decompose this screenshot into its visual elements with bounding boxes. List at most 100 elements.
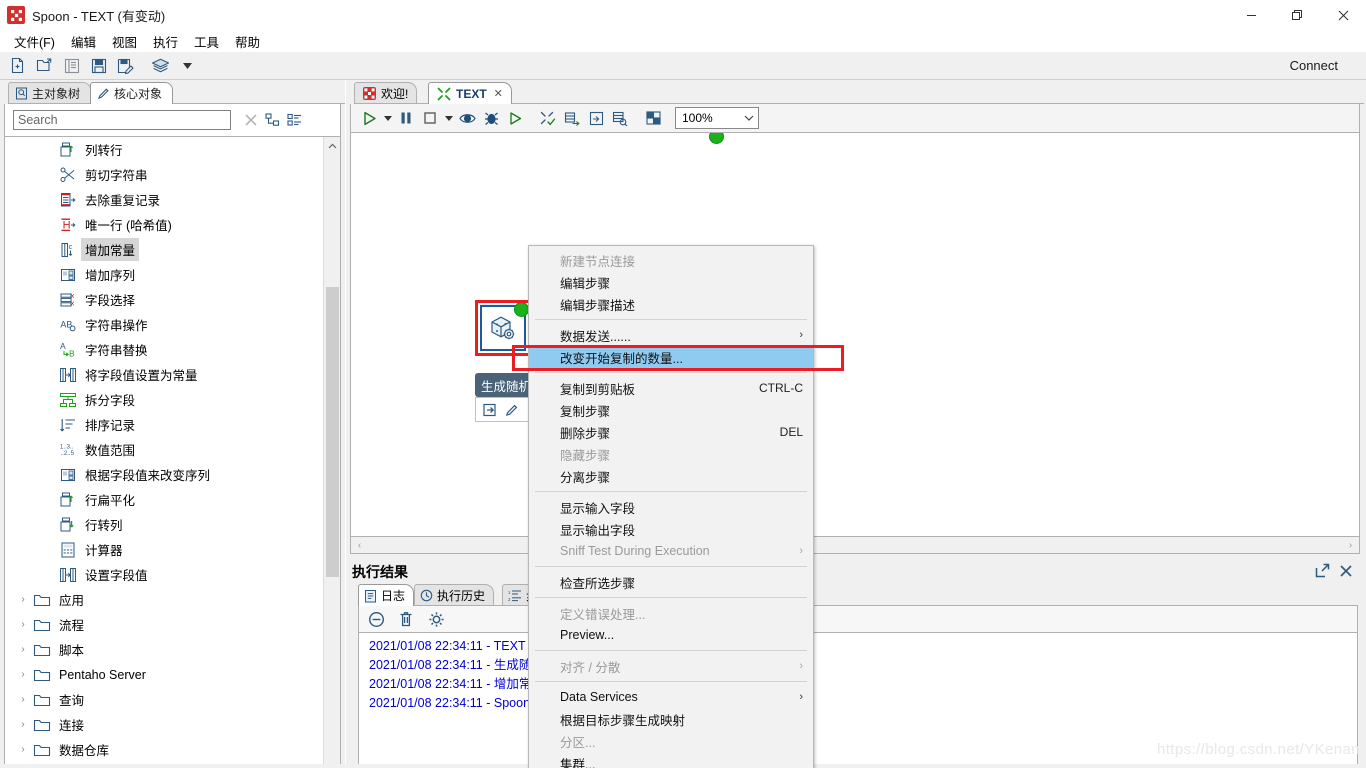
tree-step-row[interactable]: 设置字段值 xyxy=(5,562,323,587)
show-grid-icon[interactable] xyxy=(641,106,665,130)
run-icon[interactable] xyxy=(357,106,381,130)
tree-step-row[interactable]: 增加序列 xyxy=(5,262,323,287)
tree-step-row[interactable]: 剪切字符串 xyxy=(5,162,323,187)
tree-step-row[interactable]: c 增加常量 xyxy=(5,237,323,262)
tree-step-row[interactable]: 行转列 xyxy=(5,512,323,537)
tree-step-row[interactable]: A B 字符串替换 xyxy=(5,337,323,362)
tree-step-row[interactable]: 去除重复记录 xyxy=(5,187,323,212)
save-as-icon[interactable] xyxy=(112,53,139,79)
tab-main-object-tree[interactable]: 主对象树 xyxy=(8,82,92,104)
edit-pencil-icon[interactable] xyxy=(501,399,523,420)
pause-icon[interactable] xyxy=(394,106,418,130)
save-icon[interactable] xyxy=(85,53,112,79)
tree-step-row[interactable]: 将字段值设置为常量 xyxy=(5,362,323,387)
menu-help[interactable]: 帮助 xyxy=(227,30,268,53)
chevron-right-icon[interactable]: › xyxy=(15,694,31,705)
context-menu-item[interactable]: 集群... xyxy=(529,752,813,768)
context-menu-item[interactable]: 数据发送...... › xyxy=(529,324,813,346)
tree-step-row[interactable]: 列转行 xyxy=(5,137,323,162)
context-menu-item[interactable]: 显示输出字段 xyxy=(529,518,813,540)
tree-step-row[interactable]: 排序记录 xyxy=(5,412,323,437)
tab-execution-history[interactable]: 执行历史 xyxy=(414,584,495,606)
collapse-tree-icon[interactable] xyxy=(283,110,305,130)
tree-step-row[interactable]: x x 字段选择 xyxy=(5,287,323,312)
maximize-button[interactable] xyxy=(1274,0,1320,30)
menu-edit[interactable]: 编辑 xyxy=(63,30,104,53)
maximize-panel-icon[interactable] xyxy=(1314,562,1331,579)
connect-label[interactable]: Connect xyxy=(1290,58,1338,73)
tab-welcome[interactable]: 欢迎! xyxy=(354,82,418,104)
scroll-right-arrow-icon[interactable]: › xyxy=(1342,540,1359,551)
canvas-horizontal-scrollbar[interactable]: ‹ › xyxy=(350,537,1360,554)
tree-step-row[interactable]: 根据字段值来改变序列 xyxy=(5,462,323,487)
tree-step-row[interactable]: H 唯一行 (哈希值) xyxy=(5,212,323,237)
clear-search-icon[interactable] xyxy=(241,110,261,130)
delete-icon[interactable] xyxy=(393,607,419,631)
tree-folder-row[interactable]: › 流程 xyxy=(5,612,323,637)
tree-step-row[interactable]: 行扁平化 xyxy=(5,487,323,512)
tab-text-transformation[interactable]: TEXT ✕ xyxy=(428,82,512,104)
generate-sql-icon[interactable] xyxy=(584,106,608,130)
stop-icon[interactable] xyxy=(418,106,442,130)
context-menu-item[interactable]: 分离步骤 xyxy=(529,465,813,487)
tree-folder-row[interactable]: › 脚本 xyxy=(5,637,323,662)
menu-view[interactable]: 视图 xyxy=(104,30,145,53)
tree-folder-row[interactable]: › 查询 xyxy=(5,687,323,712)
tab-core-objects[interactable]: 核心对象 xyxy=(90,82,174,104)
tree-step-row[interactable]: 拆分字段 xyxy=(5,387,323,412)
input-connector-icon[interactable] xyxy=(479,399,501,420)
close-tab-icon[interactable]: ✕ xyxy=(494,87,503,100)
tree-folder-row[interactable]: › 应用 xyxy=(5,587,323,612)
tab-log[interactable]: 日志 xyxy=(358,584,415,606)
context-menu-item[interactable]: 复制到剪贴板 CTRL-C xyxy=(529,377,813,399)
context-menu-item[interactable]: 根据目标步骤生成映射 xyxy=(529,708,813,730)
chevron-right-icon[interactable]: › xyxy=(15,644,31,655)
close-panel-icon[interactable] xyxy=(1337,562,1354,579)
impact-analysis-icon[interactable] xyxy=(560,106,584,130)
replay-icon[interactable] xyxy=(503,106,527,130)
expand-tree-icon[interactable] xyxy=(261,110,283,130)
tree-step-row[interactable]: 1..3.. ..2..5 数值范围 xyxy=(5,437,323,462)
tree-step-row[interactable]: 计算器 xyxy=(5,537,323,562)
context-menu-item[interactable]: Data Services › xyxy=(529,686,813,708)
context-menu-item[interactable]: 删除步骤 DEL xyxy=(529,421,813,443)
layers-icon[interactable] xyxy=(147,53,174,79)
close-button[interactable] xyxy=(1320,0,1366,30)
scroll-up-arrow-icon[interactable] xyxy=(324,137,340,154)
core-objects-tree[interactable]: 列转行 剪切字符串 去除重复记录 H 唯一行 (哈希值) c 增加常量 增加序列 x x 字段选择 A… xyxy=(4,136,341,768)
search-input[interactable] xyxy=(13,110,231,130)
menu-file[interactable]: 文件(F) xyxy=(6,30,63,53)
chevron-right-icon[interactable]: › xyxy=(15,619,31,630)
new-file-icon[interactable] xyxy=(4,53,31,79)
tree-folder-row[interactable]: › 数据仓库 xyxy=(5,737,323,762)
chevron-right-icon[interactable]: › xyxy=(15,669,31,680)
preview-icon[interactable] xyxy=(455,106,479,130)
context-menu-item[interactable]: 检查所选步骤 xyxy=(529,571,813,593)
tree-vertical-scrollbar[interactable] xyxy=(323,137,340,768)
menu-tools[interactable]: 工具 xyxy=(186,30,227,53)
log-settings-icon[interactable] xyxy=(423,607,449,631)
explore-database-icon[interactable] xyxy=(608,106,632,130)
verify-icon[interactable] xyxy=(536,106,560,130)
clear-log-icon[interactable] xyxy=(363,607,389,631)
context-menu-item[interactable]: 显示输入字段 xyxy=(529,496,813,518)
stop-dropdown-caret-icon[interactable] xyxy=(442,106,455,130)
run-dropdown-caret-icon[interactable] xyxy=(381,106,394,130)
zoom-level-combo[interactable]: 100% xyxy=(675,107,759,129)
menu-run[interactable]: 执行 xyxy=(145,30,186,53)
scroll-left-arrow-icon[interactable]: ‹ xyxy=(351,540,368,551)
debug-icon[interactable] xyxy=(479,106,503,130)
context-menu-item[interactable]: 编辑步骤描述 xyxy=(529,293,813,315)
tree-folder-row[interactable]: › Pentaho Server xyxy=(5,662,323,687)
chevron-right-icon[interactable]: › xyxy=(15,719,31,730)
chevron-right-icon[interactable]: › xyxy=(15,594,31,605)
layers-dropdown-caret-icon[interactable] xyxy=(174,53,201,79)
tree-scroll-thumb[interactable] xyxy=(326,287,339,577)
context-menu-item[interactable]: 复制步骤 xyxy=(529,399,813,421)
open-file-icon[interactable] xyxy=(31,53,58,79)
chevron-right-icon[interactable]: › xyxy=(15,744,31,755)
explore-repository-icon[interactable] xyxy=(58,53,85,79)
tree-folder-row[interactable]: › 连接 xyxy=(5,712,323,737)
transformation-canvas[interactable]: 生成随机 xyxy=(350,132,1360,537)
minimize-button[interactable] xyxy=(1228,0,1274,30)
